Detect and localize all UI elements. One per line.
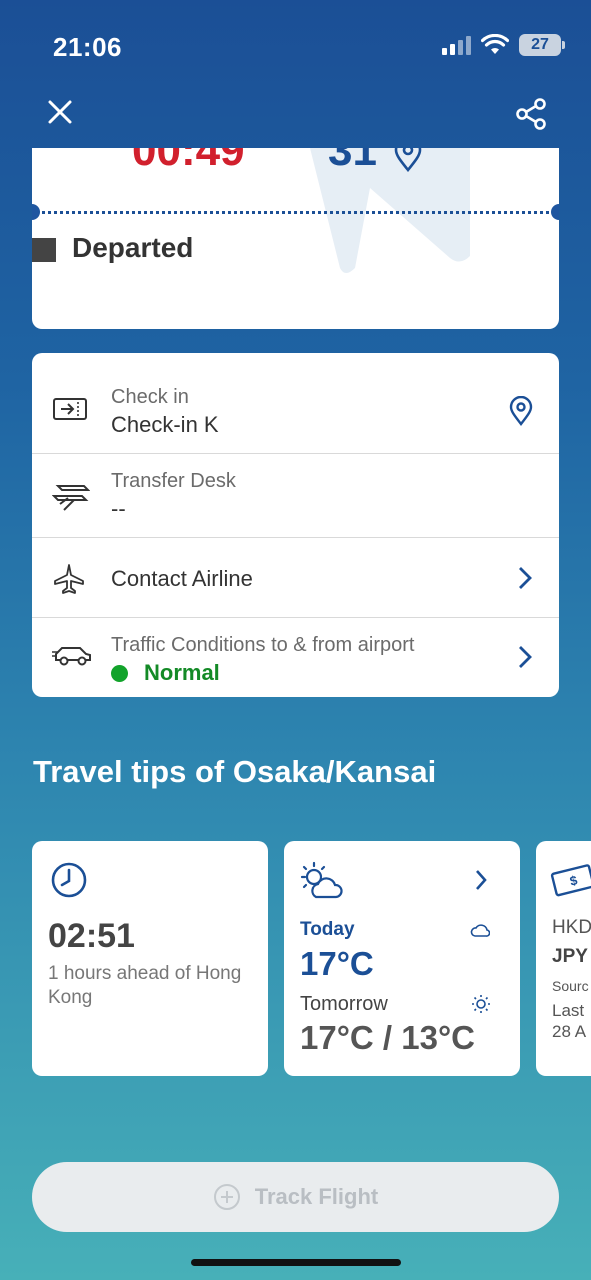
contact-airline-row[interactable]: Contact Airline [32,538,559,618]
weather-card[interactable]: Today 17°C Tomorrow 17°C / 13°C [284,841,520,1076]
location-pin-icon[interactable] [509,396,533,426]
transfer-icon [52,485,90,511]
weather-today-temp: 17°C [300,945,374,982]
local-time-card[interactable]: 02:51 1 hours ahead of Hong Kong [32,841,268,1076]
home-indicator[interactable] [191,1259,401,1266]
transfer-value: -- [111,496,126,521]
chevron-right-icon [519,646,532,668]
checkin-label: Check in [111,386,189,408]
departure-time: 00:49 [132,148,245,175]
add-circle-icon [213,1184,240,1210]
ticket-notch-right [551,204,559,220]
ticket-notch-left [32,204,40,220]
traffic-row[interactable]: Traffic Conditions to & from airport Nor… [32,618,559,697]
time-difference: 1 hours ahead of Hong Kong [48,963,242,1008]
battery-icon: 27 [519,34,565,56]
transfer-desk-row: Transfer Desk -- [32,454,559,538]
boarding-pass-icon [53,398,87,420]
close-icon[interactable] [44,96,76,128]
weather-today-label: Today [300,919,355,940]
wifi-icon [481,34,509,54]
weather-tomorrow-label: Tomorrow [300,993,388,1015]
currency-card[interactable]: $ HKD JPY Sourc Last 28 A [536,841,591,1076]
traffic-status-dot [111,665,128,682]
status-time: 21:06 [53,32,122,62]
checkin-row[interactable]: Check in Check-in K [32,353,559,454]
airport-info-card: Check in Check-in K Transfer Desk -- Con… [32,353,559,697]
status-indicator [32,238,56,262]
chevron-right-icon [476,870,487,890]
currency-to: JPY [552,946,588,967]
clock-icon [51,862,87,898]
travel-tips-title: Travel tips of Osaka/Kansai [33,754,437,789]
chevron-right-icon [519,567,532,589]
share-icon[interactable] [514,98,548,130]
local-time: 02:51 [48,917,135,955]
cellular-signal-icon [442,35,471,55]
currency-updated-date: 28 A [552,1022,587,1041]
airplane-icon [54,564,84,594]
ticket-divider [42,211,549,214]
status-bar: 21:06 27 [0,0,591,90]
gate-number: 31 [328,148,377,175]
sun-icon [472,995,490,1013]
track-flight-label: Track Flight [254,1184,379,1209]
cloud-icon [470,924,490,937]
location-pin-icon[interactable] [394,148,422,172]
weather-tomorrow-range: 17°C / 13°C [300,1019,475,1056]
traffic-status: Normal [144,660,220,685]
transfer-label: Transfer Desk [111,470,236,492]
partly-cloudy-icon [300,861,343,899]
money-icon: $ [550,864,591,897]
currency-from: HKD [552,917,591,938]
flight-status: Departed [72,232,194,263]
contact-airline-label: Contact Airline [111,566,253,591]
currency-updated-label: Last [552,1001,585,1020]
track-flight-button[interactable]: Track Flight [32,1162,559,1232]
flight-ticket-card: 00:49 31 Departed [32,148,559,329]
status-icons: 27 [442,34,565,56]
car-icon [52,647,91,666]
currency-source: Sourc [552,978,589,994]
traffic-label: Traffic Conditions to & from airport [111,634,415,656]
checkin-value: Check-in K [111,412,219,437]
